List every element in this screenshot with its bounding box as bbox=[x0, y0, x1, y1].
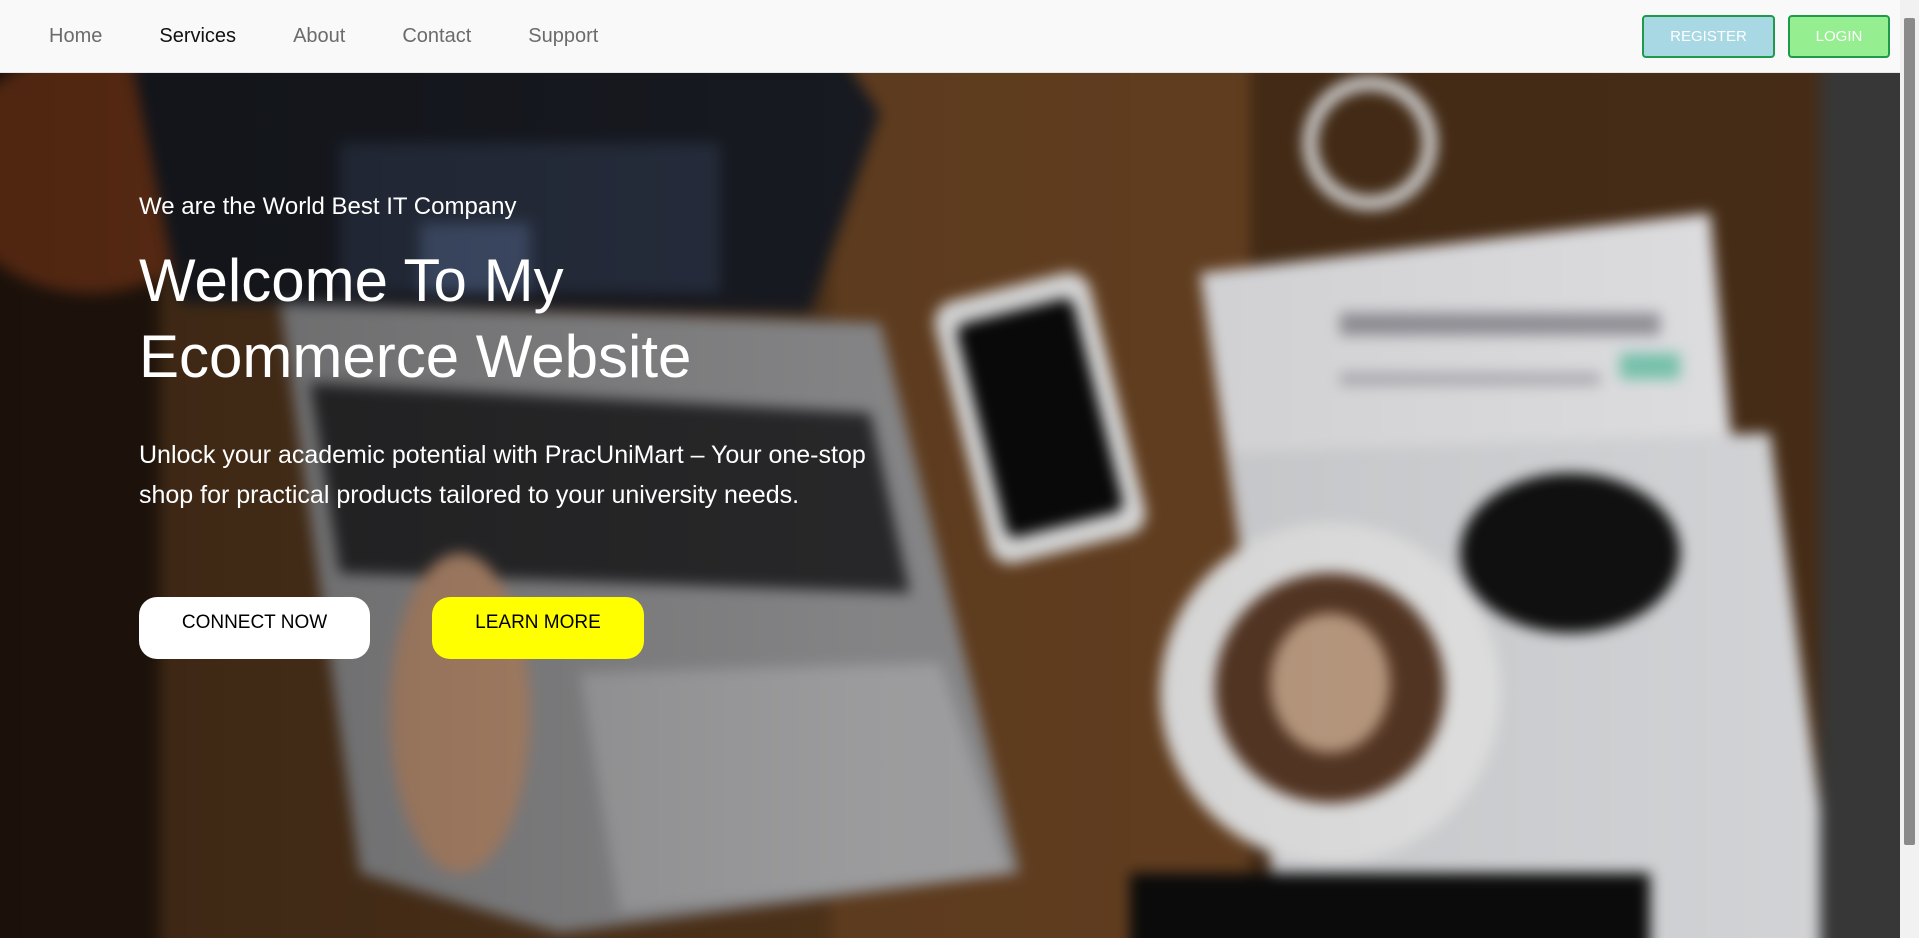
nav-links: Home Services About Contact Support bbox=[49, 0, 655, 73]
nav-link-home[interactable]: Home bbox=[49, 0, 102, 73]
register-button[interactable]: REGISTER bbox=[1642, 15, 1775, 58]
hero-title-line1: Welcome To My bbox=[139, 247, 564, 314]
hero-title-line2: Ecommerce Website bbox=[139, 323, 692, 390]
hero-description: Unlock your academic potential with Prac… bbox=[139, 441, 866, 509]
login-button[interactable]: LOGIN bbox=[1788, 15, 1890, 58]
hero-content: We are the World Best IT Company Welcome… bbox=[139, 193, 899, 659]
scrollbar-thumb[interactable] bbox=[1904, 18, 1915, 845]
hero-title: Welcome To My Ecommerce Website bbox=[139, 243, 859, 395]
auth-buttons: REGISTER LOGIN bbox=[1642, 15, 1890, 58]
hero-buttons: CONNECT NOW LEARN MORE bbox=[139, 597, 899, 659]
connect-now-button[interactable]: CONNECT NOW bbox=[139, 597, 370, 659]
learn-more-button[interactable]: LEARN MORE bbox=[432, 597, 644, 659]
nav-link-services[interactable]: Services bbox=[159, 0, 236, 73]
nav-link-support[interactable]: Support bbox=[528, 0, 598, 73]
hero-section: We are the World Best IT Company Welcome… bbox=[0, 73, 1900, 938]
nav-link-contact[interactable]: Contact bbox=[402, 0, 471, 73]
top-navbar: Home Services About Contact Support REGI… bbox=[0, 0, 1900, 73]
page-scrollbar[interactable] bbox=[1900, 0, 1919, 938]
hero-tagline: We are the World Best IT Company bbox=[139, 193, 517, 220]
nav-link-about[interactable]: About bbox=[293, 0, 345, 73]
